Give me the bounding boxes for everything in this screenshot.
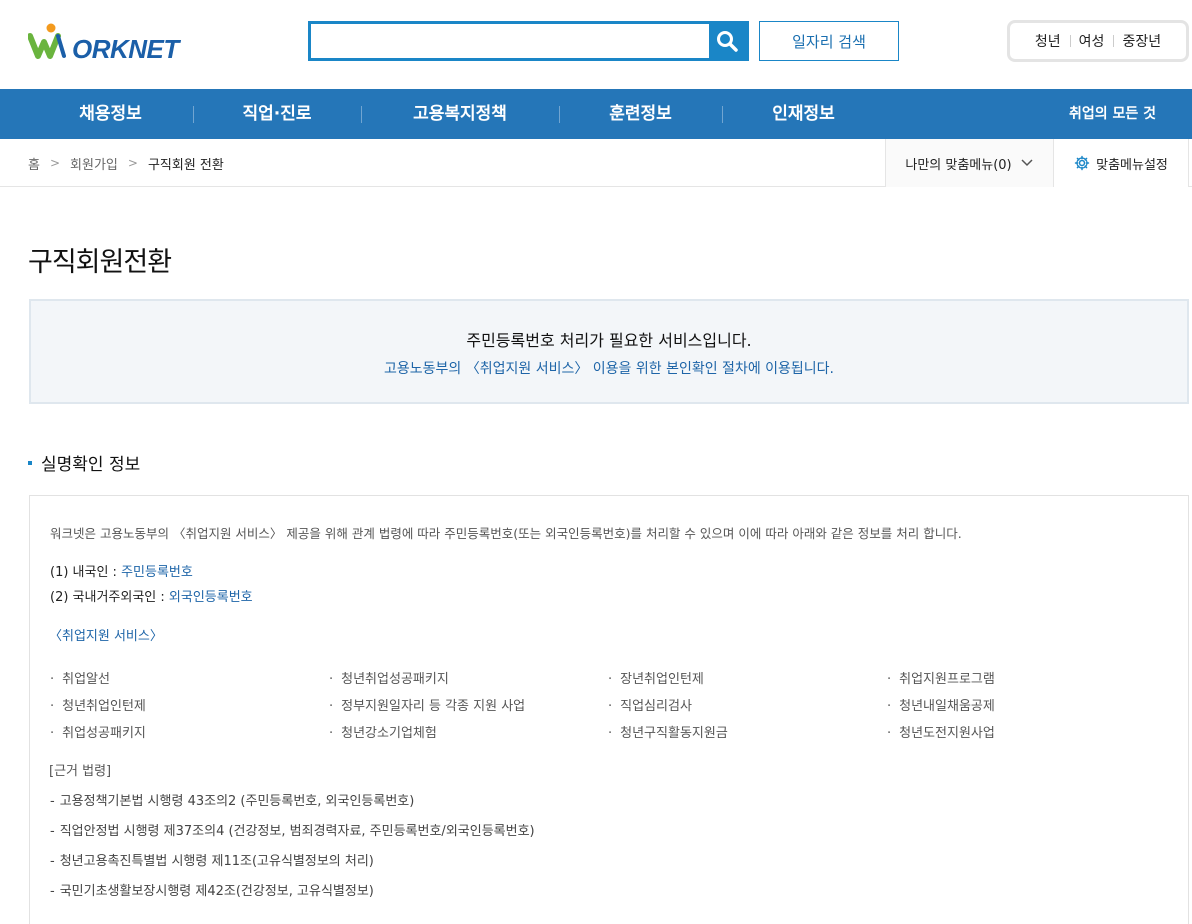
- list-item: 장년취업인턴제: [608, 668, 704, 687]
- law-item: 직업안정법 시행령 제37조의4 (건강정보, 범죄경력자료, 주민등록번호/외…: [50, 820, 535, 839]
- list-item: 청년취업성공패키지: [329, 668, 449, 687]
- nav-item-training[interactable]: 훈련정보: [559, 89, 722, 139]
- my-menu-label: 나만의 맞춤메뉴(0): [905, 157, 1012, 173]
- nav-all-about-jobs[interactable]: 취업의 모든 것: [1069, 89, 1156, 139]
- bullet-icon: [28, 460, 32, 465]
- my-menu-settings-label: 맞춤메뉴설정: [1096, 157, 1168, 173]
- list-item: 청년구직활동지원금: [608, 722, 728, 741]
- list-item: 취업성공패키지: [50, 722, 146, 741]
- list-item: 청년강소기업체험: [329, 722, 437, 741]
- foreigner-label: (2) 국내거주외국인 :: [50, 590, 169, 605]
- list-item: 취업지원프로그램: [887, 668, 995, 687]
- breadcrumb-current: 구직회원 전환: [147, 157, 224, 173]
- page-title: 구직회원전환: [28, 247, 172, 278]
- target-women-link[interactable]: 여성: [1069, 31, 1114, 51]
- notice-title: 주민등록번호 처리가 필요한 서비스입니다.: [466, 331, 752, 350]
- chevron-right-icon: >: [49, 156, 61, 170]
- law-item: 고용정책기본법 시행령 43조의2 (주민등록번호, 외국인등록번호): [50, 790, 415, 809]
- domestic-line: (1) 내국인 : 주민등록번호: [50, 561, 193, 580]
- gear-icon: [1074, 155, 1090, 171]
- nav-item-career[interactable]: 직업·진로: [193, 89, 361, 139]
- list-item: 청년도전지원사업: [887, 722, 995, 741]
- breadcrumb-signup[interactable]: 회원가입: [70, 154, 118, 173]
- domestic-label: (1) 내국인 :: [50, 565, 122, 580]
- nav-item-welfare-policy[interactable]: 고용복지정책: [361, 89, 559, 139]
- foreigner-value: 외국인등록번호: [168, 590, 253, 605]
- my-menu-dropdown[interactable]: 나만의 맞춤메뉴(0): [885, 139, 1054, 187]
- nav-item-talent[interactable]: 인재정보: [722, 89, 885, 139]
- main-nav: 채용정보 직업·진로 고용복지정책 훈련정보 인재정보 취업의 모든 것: [0, 89, 1192, 139]
- services-title: 〈취업지원 서비스〉: [49, 629, 163, 644]
- search-input[interactable]: [311, 24, 709, 58]
- law-title: [근거 법령]: [49, 764, 112, 779]
- chevron-right-icon: >: [127, 156, 138, 170]
- section-title-text: 실명확인 정보: [41, 455, 141, 475]
- list-item: 취업알선: [50, 668, 110, 687]
- breadcrumb-home[interactable]: 홈: [28, 154, 40, 173]
- nav-item-jobs[interactable]: 채용정보: [28, 89, 193, 139]
- breadcrumb: 홈 > 회원가입 > 구직회원 전환: [28, 139, 224, 187]
- info-intro: 워크넷은 고용노동부의 〈취업지원 서비스〉 제공을 위해 관계 법령에 따라 …: [50, 526, 962, 541]
- search-box: [308, 21, 749, 61]
- job-search-button[interactable]: 일자리 검색: [759, 21, 899, 61]
- section-title: 실명확인 정보: [28, 450, 140, 475]
- list-item: 정부지원일자리 등 각종 지원 사업: [329, 695, 525, 714]
- notice-box: 주민등록번호 처리가 필요한 서비스입니다. 고용노동부의 〈취업지원 서비스〉…: [29, 299, 1189, 404]
- list-item: 청년취업인턴제: [50, 695, 146, 714]
- domestic-value: 주민등록번호: [121, 565, 193, 580]
- worknet-logo[interactable]: ORKNET: [27, 22, 188, 64]
- foreigner-line: (2) 국내거주외국인 : 외국인등록번호: [50, 586, 253, 605]
- chevron-down-icon: [1021, 159, 1033, 167]
- my-menu-settings-button[interactable]: 맞춤메뉴설정: [1054, 139, 1189, 187]
- breadcrumb-bar: 홈 > 회원가입 > 구직회원 전환 나만의 맞춤메뉴(0) 맞춤메뉴설정: [0, 139, 1192, 187]
- header: ORKNET 일자리 검색 청년 여성 중장년: [0, 0, 1192, 89]
- notice-subtitle: 고용노동부의 〈취업지원 서비스〉 이용을 위한 본인확인 절차에 이용됩니다.: [384, 361, 834, 377]
- search-icon: [717, 31, 738, 52]
- real-name-info-box: 워크넷은 고용노동부의 〈취업지원 서비스〉 제공을 위해 관계 법령에 따라 …: [29, 495, 1189, 924]
- logo-text: ORKNET: [72, 34, 179, 64]
- list-item: 직업심리검사: [608, 695, 692, 714]
- worknet-logo-icon: [27, 23, 66, 59]
- target-youth-link[interactable]: 청년: [1026, 31, 1070, 51]
- search-button[interactable]: [709, 24, 746, 58]
- target-group-menu: 청년 여성 중장년: [1007, 20, 1189, 62]
- list-item: 청년내일채움공제: [887, 695, 995, 714]
- target-middle-aged-link[interactable]: 중장년: [1113, 31, 1170, 51]
- law-item: 청년고용촉진특별법 시행령 제11조(고유식별정보의 처리): [50, 850, 374, 869]
- law-item: 국민기초생활보장시행령 제42조(건강정보, 고유식별정보): [50, 880, 374, 899]
